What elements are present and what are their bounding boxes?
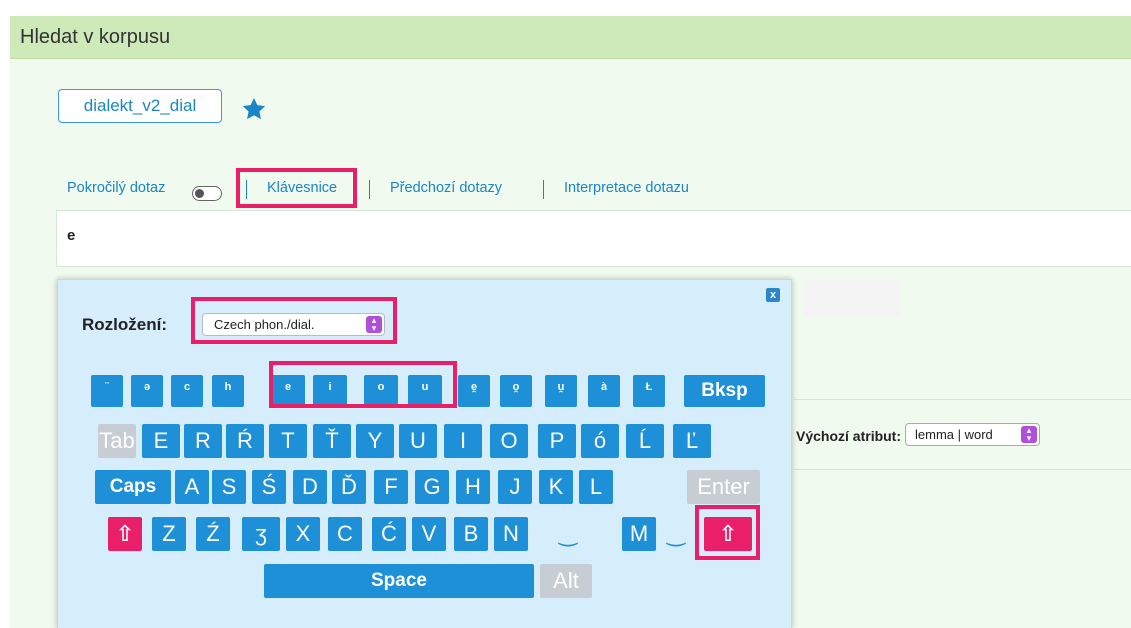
key-enter[interactable]: Enter [687, 470, 760, 504]
key-p[interactable]: P [538, 424, 576, 458]
close-icon[interactable]: x [766, 288, 780, 302]
key-bksp[interactable]: Bksp [684, 375, 765, 407]
default-attr-label: Výchozí atribut: [796, 428, 902, 444]
key-z[interactable]: Z [152, 517, 186, 551]
key-alt[interactable]: Alt [540, 564, 592, 598]
tab-advanced-query[interactable]: Pokročilý dotaz [67, 180, 165, 196]
corpus-button[interactable]: dialekt_v2_dial [58, 89, 222, 123]
key-l[interactable]: L [579, 470, 613, 504]
key-c[interactable]: c [171, 375, 203, 407]
key-à[interactable]: à [588, 375, 620, 407]
highlight-box [695, 505, 760, 560]
tab-interpretation[interactable]: Interpretace dotazu [564, 180, 689, 196]
key-h[interactable]: h [212, 375, 244, 407]
query-input[interactable]: e [56, 210, 1131, 267]
key-ʒ[interactable]: ʒ [242, 517, 280, 551]
star-icon[interactable] [240, 96, 268, 122]
key-g[interactable]: G [415, 470, 449, 504]
highlight-box [191, 297, 397, 344]
key-ł[interactable]: Ł [633, 375, 665, 407]
tab-separator [369, 180, 370, 199]
key-n[interactable]: N [494, 517, 528, 551]
key-i[interactable]: I [444, 424, 482, 458]
tab-history[interactable]: Předchozí dotazy [390, 180, 502, 196]
key-ć[interactable]: Ć [372, 517, 406, 551]
toggle-icon[interactable] [192, 186, 222, 201]
key-a[interactable]: A [175, 470, 209, 504]
key-r[interactable]: R [184, 424, 222, 458]
key-space[interactable]: Space [264, 564, 534, 598]
key-m[interactable]: M [622, 517, 656, 551]
query-text: e [67, 227, 76, 244]
key-k[interactable]: K [539, 470, 573, 504]
key-b[interactable]: B [454, 517, 488, 551]
virtual-keyboard: x Rozložení: Czech phon./dial. ▴ ▾ ¨ ə c h e i… [57, 279, 792, 628]
default-attr-select[interactable]: lemma | word ▴ ▾ [905, 423, 1040, 446]
key-c[interactable]: C [328, 517, 362, 551]
key-shift[interactable]: ⇧ [108, 517, 142, 551]
panel-title: Hledat v korpusu [20, 26, 171, 48]
key-e̯[interactable]: e̯ [458, 375, 490, 407]
key-tie[interactable]: ‿ [662, 517, 690, 551]
page: Hledat v korpusu dialekt_v2_dial Pokroči… [0, 0, 1131, 628]
key-ŕ[interactable]: Ŕ [226, 424, 264, 458]
key-o[interactable]: O [490, 424, 528, 458]
key-u̯[interactable]: u̯ [545, 375, 577, 407]
key-caps[interactable]: Caps [95, 470, 171, 504]
key-ś[interactable]: Ś [252, 470, 286, 504]
key-h[interactable]: H [456, 470, 490, 504]
key-ľ[interactable]: Ľ [673, 424, 711, 458]
panel-header: Hledat v korpusu [10, 16, 1131, 59]
key-y[interactable]: Y [356, 424, 394, 458]
key-e[interactable]: E [142, 424, 180, 458]
highlight-box [269, 361, 457, 408]
key-ť[interactable]: Ť [313, 424, 351, 458]
key-d[interactable]: D [293, 470, 327, 504]
key-j[interactable]: J [498, 470, 532, 504]
key-ə[interactable]: ə [131, 375, 163, 407]
key-v[interactable]: V [412, 517, 446, 551]
select-arrows-icon: ▴ ▾ [1021, 426, 1037, 443]
default-attr-value: lemma | word [915, 427, 993, 442]
key-o̯[interactable]: o̯ [500, 375, 532, 407]
key-x[interactable]: X [286, 517, 320, 551]
key-ď[interactable]: Ď [332, 470, 366, 504]
key-t[interactable]: T [269, 424, 307, 458]
key-u[interactable]: U [399, 424, 437, 458]
key-f[interactable]: F [374, 470, 408, 504]
key-s[interactable]: S [212, 470, 246, 504]
highlight-box [236, 168, 357, 208]
tab-separator [543, 180, 544, 199]
key-ź[interactable]: Ź [196, 517, 230, 551]
layout-label: Rozložení: [82, 315, 167, 334]
divider [793, 399, 1131, 400]
key-tab[interactable]: Tab [98, 424, 136, 458]
key-tie[interactable]: ‿ [538, 517, 598, 551]
key-ó[interactable]: ó [581, 424, 619, 458]
grey-field [803, 280, 901, 316]
key-ĺ[interactable]: Ĺ [626, 424, 664, 458]
divider [793, 469, 1131, 470]
key-¨[interactable]: ¨ [91, 375, 123, 407]
